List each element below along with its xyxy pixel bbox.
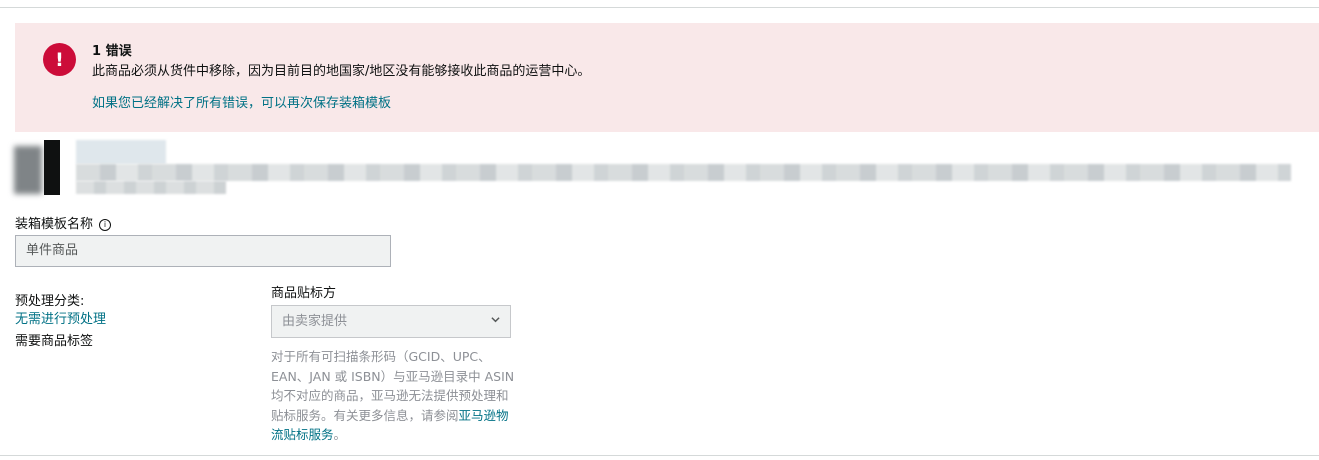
labeling-owner-selected: 由卖家提供 xyxy=(282,314,348,329)
packing-template-label: 装箱模板名称 i xyxy=(15,213,112,232)
labeling-help-text: 对于所有可扫描条形码（GCID、UPC、EAN、JAN 或 ISBN）与亚马逊目… xyxy=(271,349,515,443)
alert-message: 此商品必须从货件中移除，因为目前目的地国家/地区没有能够接收此商品的运营中心。 xyxy=(92,64,591,79)
alert-title: 1 错误 xyxy=(92,44,132,59)
product-title-redacted xyxy=(76,140,1291,194)
labeling-owner-label: 商品贴标方 xyxy=(271,286,337,301)
packing-template-name-input[interactable]: 单件商品 xyxy=(15,235,391,267)
bottom-divider xyxy=(0,455,1319,456)
exclamation-icon: ! xyxy=(43,43,76,76)
labeling-owner-select[interactable]: 由卖家提供 xyxy=(271,305,511,338)
chevron-down-icon xyxy=(491,317,500,323)
prep-category-label: 预处理分类: xyxy=(15,294,85,309)
info-icon[interactable]: i xyxy=(99,219,112,231)
error-alert: ! 1 错误 此商品必须从货件中移除，因为目前目的地国家/地区没有能够接收此商品… xyxy=(15,23,1319,132)
product-image xyxy=(14,140,62,195)
label-required-text: 需要商品标签 xyxy=(15,334,94,349)
prep-category-value-link[interactable]: 无需进行预处理 xyxy=(15,308,106,327)
top-divider xyxy=(0,7,1319,8)
resave-template-link[interactable]: 如果您已经解决了所有错误，可以再次保存装箱模板 xyxy=(92,92,391,111)
